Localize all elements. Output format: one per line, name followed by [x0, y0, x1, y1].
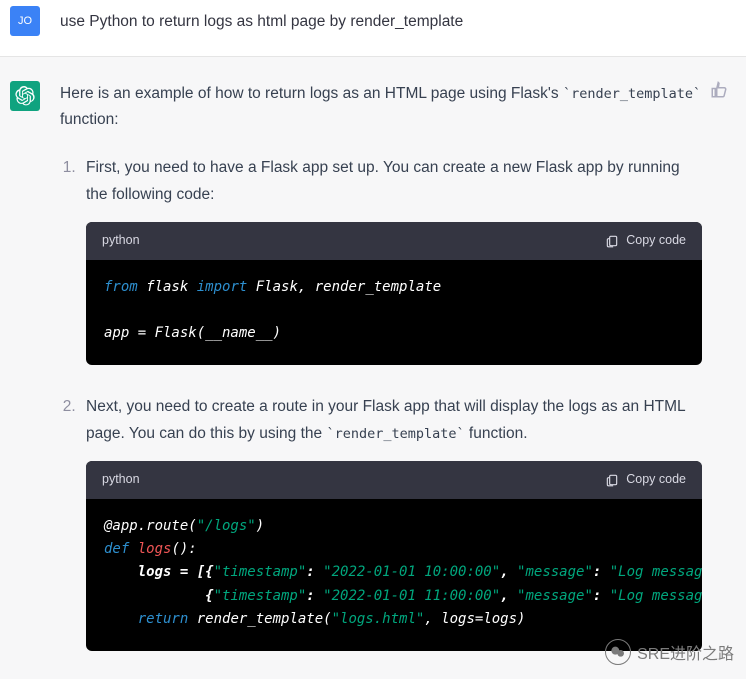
copy-code-button[interactable]: Copy code: [605, 230, 686, 252]
user-message-text: use Python to return logs as html page b…: [60, 6, 702, 35]
code-block-1: python Copy code from flask import Flask…: [86, 222, 702, 365]
copy-code-button[interactable]: Copy code: [605, 469, 686, 491]
step-2-text-post: function.: [465, 425, 528, 442]
user-message-row: JO use Python to return logs as html pag…: [0, 0, 746, 57]
assistant-message-content: Here is an example of how to return logs…: [60, 81, 702, 679]
inline-code: `render_template`: [326, 426, 464, 442]
step-1: First, you need to have a Flask app set …: [80, 154, 702, 365]
code-lang-label: python: [102, 469, 140, 491]
steps-list: First, you need to have a Flask app set …: [60, 154, 702, 651]
clipboard-icon: [605, 234, 619, 248]
code-block-2: python Copy code @app.route("/logs") def…: [86, 461, 702, 650]
inline-code: `render_template`: [563, 86, 701, 102]
step-2: Next, you need to create a route in your…: [80, 393, 702, 651]
openai-logo-icon: [15, 86, 35, 106]
code-content-2[interactable]: @app.route("/logs") def logs(): logs = […: [86, 499, 702, 650]
copy-code-label: Copy code: [626, 469, 686, 491]
code-header: python Copy code: [86, 461, 702, 499]
assistant-message-row: Here is an example of how to return logs…: [0, 57, 746, 679]
thumbs-up-icon[interactable]: [710, 81, 728, 99]
copy-code-label: Copy code: [626, 230, 686, 252]
user-avatar: JO: [10, 6, 40, 36]
code-lang-label: python: [102, 230, 140, 252]
assistant-intro: Here is an example of how to return logs…: [60, 81, 702, 134]
step-1-text: First, you need to have a Flask app set …: [86, 159, 680, 203]
user-avatar-text: JO: [18, 15, 32, 27]
code-header: python Copy code: [86, 222, 702, 260]
code-content-1[interactable]: from flask import Flask, render_template…: [86, 260, 702, 365]
watermark-text: SRE进阶之路: [637, 640, 734, 664]
feedback-column: [710, 81, 736, 104]
assistant-avatar: [10, 81, 40, 111]
watermark: SRE进阶之路: [605, 639, 734, 665]
clipboard-icon: [605, 473, 619, 487]
wechat-icon: [605, 639, 631, 665]
